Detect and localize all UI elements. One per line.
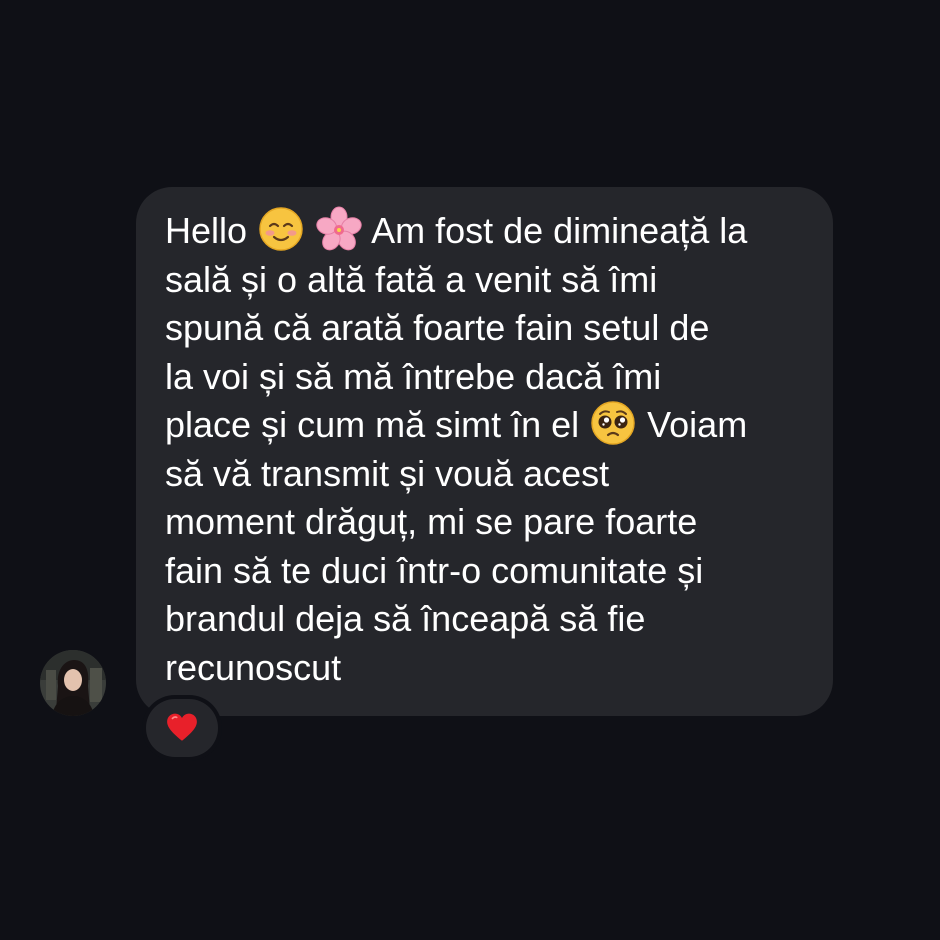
message-line: spună că arată foarte fain setul de bbox=[165, 307, 710, 348]
sender-avatar[interactable] bbox=[40, 650, 106, 716]
message-line: brandul deja să înceapă să fie bbox=[165, 598, 646, 639]
message-text: place și cum mă simt în el bbox=[165, 404, 590, 445]
message-line: place și cum mă simt în el Voiam bbox=[165, 401, 809, 450]
message-line: la voi și să mă întrebe dacă îmi bbox=[165, 355, 662, 397]
message-line: să vă transmit și vouă acest bbox=[165, 452, 610, 494]
pleading-face-icon bbox=[589, 399, 637, 447]
message-text: Am fost de dimineață la bbox=[363, 210, 748, 251]
message-line: moment drăguț, mi se pare foarte bbox=[165, 501, 698, 542]
chat-canvas: Hello Am fost de dimineață la sală și o … bbox=[0, 0, 940, 940]
red-heart-icon bbox=[165, 711, 199, 745]
message-line: fain să te duci într-o comunitate și bbox=[165, 549, 704, 591]
message-text: Voiam bbox=[637, 404, 748, 445]
message-line: Hello Am fost de dimineață la bbox=[165, 205, 809, 256]
message-line: recunoscut bbox=[165, 646, 342, 688]
message-line: sală și o altă fată a venit să îmi bbox=[165, 258, 658, 300]
cherry-blossom-icon bbox=[315, 205, 363, 253]
reaction-badge[interactable] bbox=[146, 699, 218, 757]
message-bubble[interactable]: Hello Am fost de dimineață la sală și o … bbox=[136, 187, 833, 716]
smiling-face-icon bbox=[257, 205, 305, 253]
message-text: Hello bbox=[165, 210, 258, 251]
